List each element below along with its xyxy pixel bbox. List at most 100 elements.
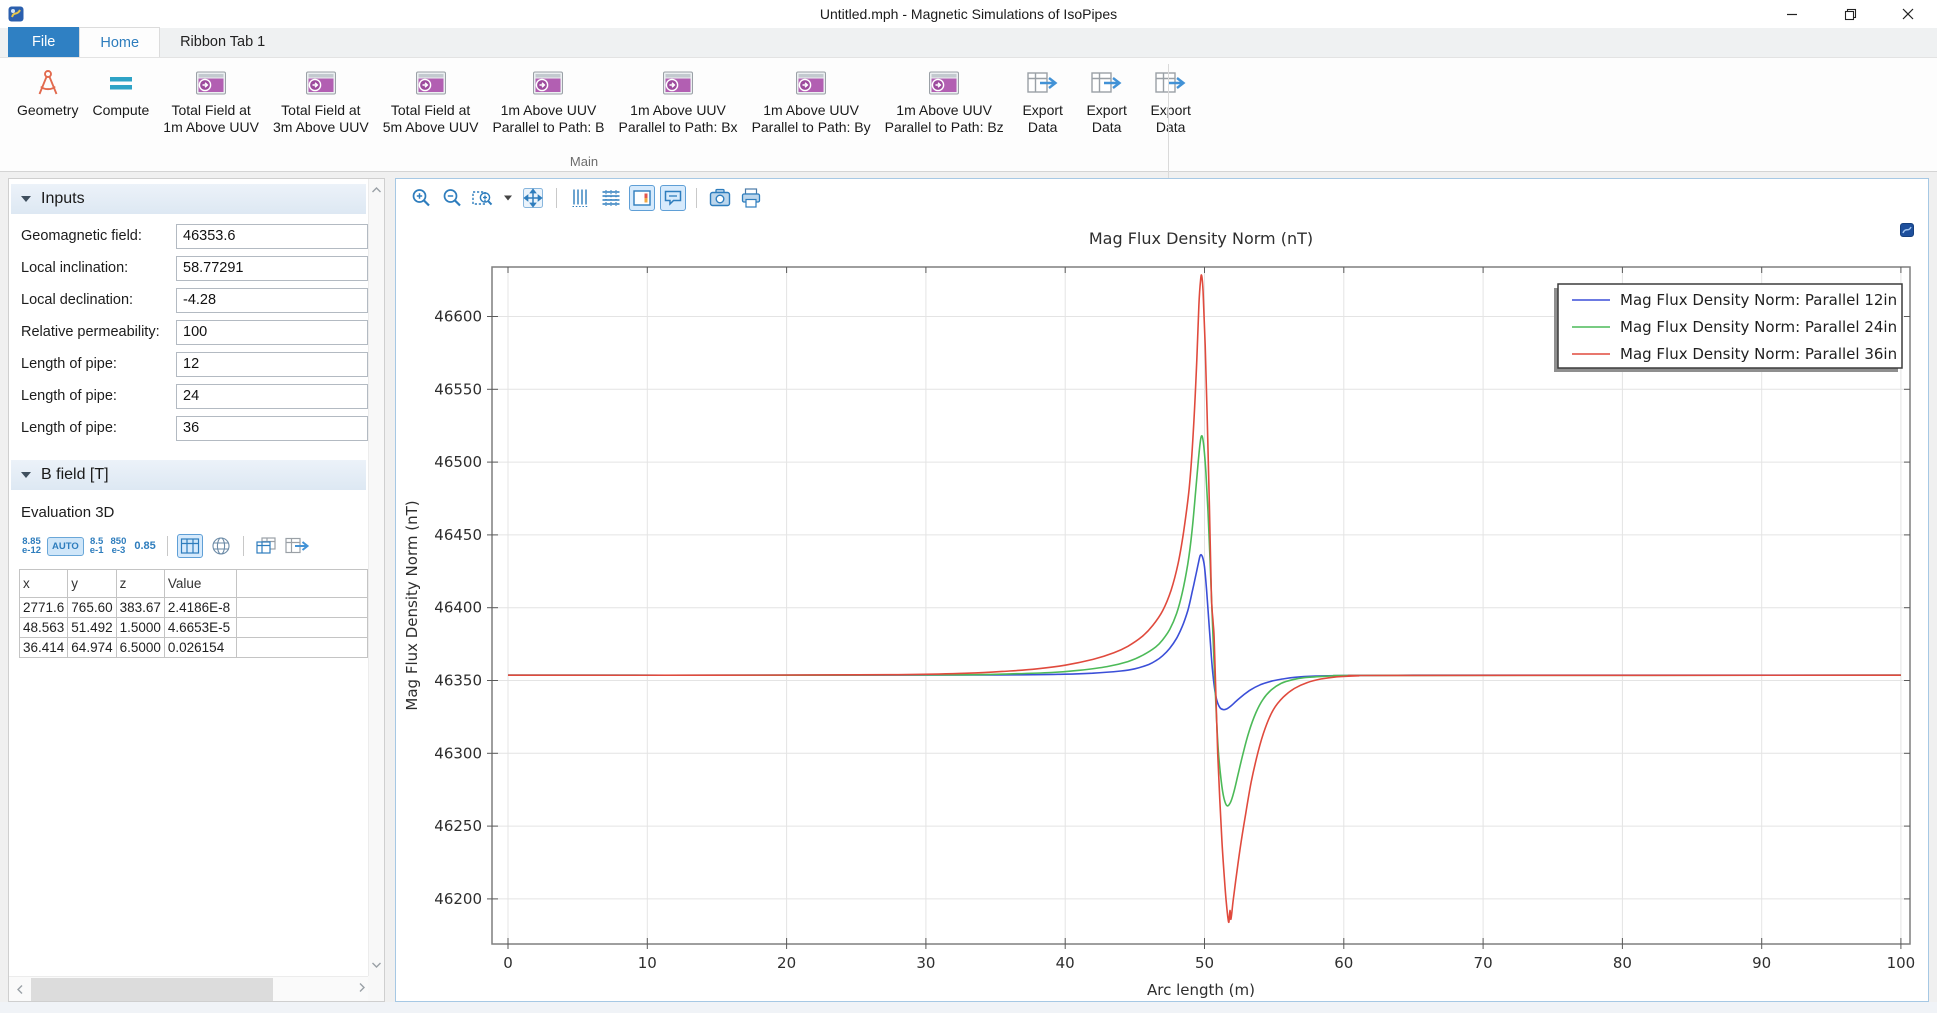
vertical-scrollbar[interactable] bbox=[368, 179, 384, 976]
ribbon-group-label: Main bbox=[0, 154, 1168, 169]
ribbon-button-label: Total Field at 5m Above UUV bbox=[383, 102, 479, 136]
tab-ribbon-tab-1[interactable]: Ribbon Tab 1 bbox=[160, 27, 285, 57]
ribbon-button-export-data-1[interactable]: Export Data bbox=[1013, 62, 1073, 136]
field-input-length-of-pipe-3[interactable] bbox=[176, 416, 368, 441]
table-cell: 51.492 bbox=[68, 618, 116, 638]
field-input-length-of-pipe-1[interactable] bbox=[176, 352, 368, 377]
plot-window-icon bbox=[532, 67, 564, 99]
close-button[interactable] bbox=[1879, 0, 1937, 28]
scroll-right-icon[interactable] bbox=[358, 980, 366, 998]
field-input-length-of-pipe-2[interactable] bbox=[176, 384, 368, 409]
copy-table-button[interactable] bbox=[253, 534, 279, 558]
bfield-section-title: B field [T] bbox=[41, 466, 109, 484]
ribbon-button-label: Compute bbox=[92, 102, 149, 119]
unit-plain-button[interactable]: 0.85 bbox=[132, 539, 157, 553]
x-tick-label: 70 bbox=[1474, 954, 1493, 972]
unit-milli-button[interactable]: 850e-3 bbox=[110, 536, 128, 556]
toolbar-separator bbox=[696, 188, 697, 208]
chart-svg[interactable]: 0102030405060708090100462004625046300463… bbox=[397, 217, 1927, 1000]
table-row[interactable]: 36.41464.9746.50000.026154 bbox=[20, 638, 368, 658]
zoom-extents-button[interactable] bbox=[520, 185, 546, 211]
y-tick-label: 46500 bbox=[434, 453, 482, 471]
ribbon-button-total-field-3m[interactable]: Total Field at 3m Above UUV bbox=[268, 62, 374, 136]
form-row-geomagnetic-field: Geomagnetic field: bbox=[9, 220, 368, 252]
plot-window-icon bbox=[928, 67, 960, 99]
field-input-relative-permeability[interactable] bbox=[176, 320, 368, 345]
print-button[interactable] bbox=[738, 185, 764, 211]
unit-si-button[interactable]: 8.85e-12 bbox=[21, 536, 42, 556]
collapse-triangle-icon[interactable] bbox=[21, 196, 31, 202]
y-tick-label: 46200 bbox=[434, 890, 482, 908]
status-strip bbox=[0, 1002, 1937, 1013]
bfield-section-header[interactable]: B field [T] bbox=[11, 460, 366, 490]
export-table-button[interactable] bbox=[284, 534, 310, 558]
export-data-icon bbox=[1090, 67, 1124, 99]
zoom-in-button[interactable] bbox=[408, 185, 434, 211]
geometry-compass-icon bbox=[33, 67, 63, 99]
zoom-box-dropdown[interactable] bbox=[501, 185, 515, 211]
ribbon-button-parallel-path-b[interactable]: 1m Above UUV Parallel to Path: B bbox=[487, 62, 609, 136]
ribbon-button-parallel-path-by[interactable]: 1m Above UUV Parallel to Path: By bbox=[747, 62, 876, 136]
toolbar-separator bbox=[556, 188, 557, 208]
scroll-left-icon[interactable] bbox=[9, 984, 31, 995]
plot-canvas[interactable]: 0102030405060708090100462004625046300463… bbox=[397, 217, 1927, 1000]
horizontal-scrollbar[interactable] bbox=[9, 976, 368, 1001]
show-axes-button[interactable] bbox=[567, 185, 593, 211]
table-row[interactable]: 48.56351.4921.50004.6653E-5 bbox=[20, 618, 368, 638]
table-view-button[interactable] bbox=[177, 534, 203, 558]
y-tick-label: 46550 bbox=[434, 380, 482, 398]
field-input-local-inclination[interactable] bbox=[176, 256, 368, 281]
minimize-button[interactable] bbox=[1763, 0, 1821, 28]
form-row-length-of-pipe-2: Length of pipe: bbox=[9, 380, 368, 412]
collapse-triangle-icon[interactable] bbox=[21, 472, 31, 478]
table-cell: 64.974 bbox=[68, 638, 116, 658]
y-tick-label: 46300 bbox=[434, 744, 482, 762]
scroll-down-icon[interactable] bbox=[371, 956, 382, 974]
window-title: Untitled.mph - Magnetic Simulations of I… bbox=[0, 0, 1937, 28]
unit-deci-button[interactable]: 8.5e-1 bbox=[89, 536, 105, 556]
plot-window-corner-icon[interactable] bbox=[1900, 223, 1914, 237]
show-grid-button[interactable] bbox=[598, 185, 624, 211]
legend-entry-label: Mag Flux Density Norm: Parallel 36in bbox=[1620, 345, 1897, 363]
y-tick-label: 46450 bbox=[434, 526, 482, 544]
ribbon-button-total-field-5m[interactable]: Total Field at 5m Above UUV bbox=[378, 62, 484, 136]
field-input-geomagnetic-field[interactable] bbox=[176, 224, 368, 249]
table-cell: 2771.6 bbox=[20, 598, 68, 618]
x-tick-label: 90 bbox=[1752, 954, 1771, 972]
ribbon-button-export-data-2[interactable]: Export Data bbox=[1077, 62, 1137, 136]
sphere-view-button[interactable] bbox=[208, 534, 234, 558]
table-row[interactable]: 2771.6765.60383.672.4186E-8 bbox=[20, 598, 368, 618]
table-cell: 48.563 bbox=[20, 618, 68, 638]
table-cell: 383.67 bbox=[116, 598, 164, 618]
table-header-x: x bbox=[20, 570, 68, 598]
plot-tooltip-button[interactable] bbox=[660, 185, 686, 211]
scroll-up-icon[interactable] bbox=[371, 181, 382, 199]
ribbon-button-total-field-1m[interactable]: Total Field at 1m Above UUV bbox=[158, 62, 264, 136]
scrollbar-corner bbox=[368, 976, 384, 1001]
unit-auto-button[interactable]: AUTO bbox=[47, 537, 84, 556]
tab-home[interactable]: Home bbox=[79, 27, 160, 57]
ribbon-button-geometry[interactable]: Geometry bbox=[12, 62, 83, 119]
tab-file[interactable]: File bbox=[8, 27, 79, 57]
y-tick-label: 46250 bbox=[434, 817, 482, 835]
ribbon: Geometry Compute Total Field at 1m Above U… bbox=[0, 58, 1937, 172]
ribbon-button-parallel-path-bz[interactable]: 1m Above UUV Parallel to Path: Bz bbox=[880, 62, 1009, 136]
graphics-panel: 0102030405060708090100462004625046300463… bbox=[395, 178, 1929, 1002]
x-tick-label: 100 bbox=[1887, 954, 1916, 972]
table-cell bbox=[236, 598, 367, 618]
table-cell: 765.60 bbox=[68, 598, 116, 618]
ribbon-button-export-data-3[interactable]: Export Data bbox=[1141, 62, 1201, 136]
field-input-local-declination[interactable] bbox=[176, 288, 368, 313]
scrollbar-thumb[interactable] bbox=[31, 978, 273, 1001]
table-header-z: z bbox=[116, 570, 164, 598]
zoom-out-button[interactable] bbox=[439, 185, 465, 211]
table-cell bbox=[236, 618, 367, 638]
inputs-section-header[interactable]: Inputs bbox=[11, 184, 366, 214]
ribbon-button-compute[interactable]: Compute bbox=[87, 62, 154, 119]
ribbon-button-parallel-path-bx[interactable]: 1m Above UUV Parallel to Path: Bx bbox=[614, 62, 743, 136]
image-snapshot-button[interactable] bbox=[707, 185, 733, 211]
zoom-box-button[interactable] bbox=[470, 185, 496, 211]
maximize-button[interactable] bbox=[1821, 0, 1879, 28]
show-legends-button[interactable] bbox=[629, 185, 655, 211]
title-bar: Untitled.mph - Magnetic Simulations of I… bbox=[0, 0, 1937, 28]
